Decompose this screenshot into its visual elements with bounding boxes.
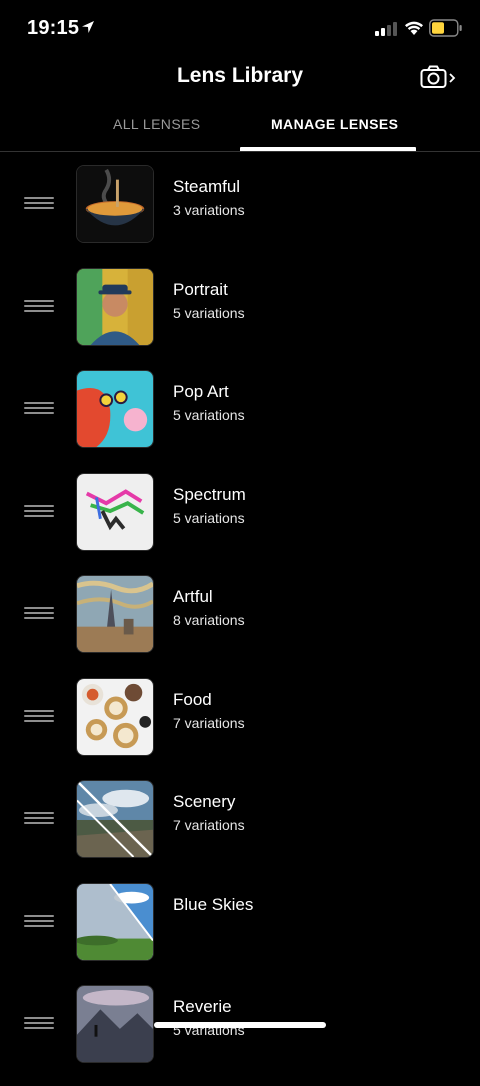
list-item[interactable]: Artful 8 variations: [0, 573, 480, 676]
drag-handle-icon[interactable]: [24, 709, 54, 722]
lens-name: Pop Art: [173, 382, 229, 401]
drag-handle-icon[interactable]: [24, 402, 54, 414]
lens-thumbnail-pop-art: [76, 370, 154, 448]
home-indicator[interactable]: [154, 1022, 326, 1028]
lens-variations: 7 variations: [173, 714, 245, 731]
lens-thumbnail-reverie: [76, 985, 154, 1063]
status-time: 19:15: [27, 17, 80, 39]
page-title: Lens Library: [176, 64, 304, 87]
drag-handle-icon[interactable]: [24, 607, 54, 619]
lens-thumbnail-scenery: [76, 780, 154, 858]
lens-variations: 5 variations: [173, 509, 245, 526]
lens-thumbnail-food: [76, 677, 154, 756]
lens-thumbnail-steamful: [76, 165, 154, 243]
list-item[interactable]: Portrait 5 variations: [0, 266, 480, 369]
list-item[interactable]: Scenery 7 variations: [0, 778, 480, 881]
list-item[interactable]: Reverie 5 variations: [0, 983, 480, 1086]
tabs-divider: [0, 151, 480, 152]
list-item[interactable]: Blue Skies: [0, 881, 480, 984]
lens-variations: 8 variations: [173, 612, 245, 628]
lens-name: Scenery: [173, 792, 236, 811]
drag-handle-icon[interactable]: [24, 812, 54, 824]
camera-icon[interactable]: [420, 64, 458, 92]
tab-all-lenses[interactable]: ALL LENSES: [113, 116, 201, 132]
drag-handle-icon[interactable]: [24, 299, 54, 312]
lens-variations: 7 variations: [173, 817, 245, 833]
drag-handle-icon[interactable]: [24, 1017, 54, 1029]
drag-handle-icon[interactable]: [24, 197, 54, 209]
drag-handle-icon[interactable]: [24, 914, 54, 927]
list-item[interactable]: Food 7 variations: [0, 676, 480, 779]
lens-thumbnail-blue-skies: [76, 882, 154, 961]
wifi-icon: [405, 21, 423, 35]
lens-thumbnail-spectrum: [76, 472, 154, 551]
lens-variations: 5 variations: [173, 304, 245, 321]
tab-bar: ALL LENSES MANAGE LENSES: [0, 110, 480, 152]
tab-manage-lenses[interactable]: MANAGE LENSES: [271, 116, 398, 132]
list-item[interactable]: Pop Art 5 variations: [0, 368, 480, 471]
status-bar: 19:15: [0, 0, 480, 56]
cellular-signal-icon: [375, 22, 397, 36]
drag-handle-icon[interactable]: [24, 504, 54, 517]
list-item[interactable]: Spectrum 5 variations: [0, 471, 480, 574]
lens-name: Artful: [173, 587, 213, 606]
lens-name: Blue Skies: [173, 894, 254, 914]
battery-icon: [429, 19, 462, 37]
lens-variations: 5 variations: [173, 407, 245, 423]
lens-variations: 3 variations: [173, 202, 245, 218]
lens-name: Portrait: [173, 279, 228, 299]
lens-name: Spectrum: [173, 484, 246, 504]
lens-name: Reverie: [173, 997, 232, 1016]
lens-list: Steamful 3 variations Portrait 5 variati…: [0, 163, 480, 1086]
lens-name: Food: [173, 689, 212, 709]
list-item[interactable]: Steamful 3 variations: [0, 163, 480, 266]
location-arrow-icon: [82, 21, 94, 33]
lens-thumbnail-portrait: [76, 267, 154, 346]
lens-name: Steamful: [173, 177, 241, 196]
lens-thumbnail-artful: [76, 575, 154, 653]
